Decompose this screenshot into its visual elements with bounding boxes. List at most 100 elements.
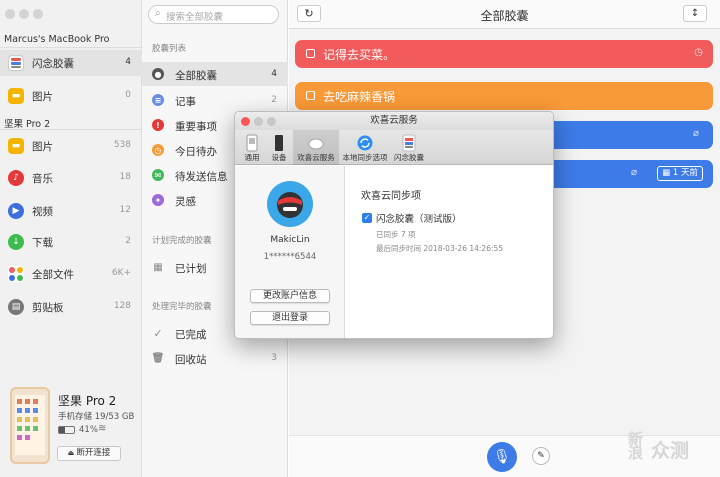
new-capsule-button[interactable]: ✎ [532,447,550,465]
list-item-count: 3 [271,353,277,363]
avatar [267,181,313,227]
clock-icon: ◷ [694,47,703,58]
tab-local-sync[interactable]: 本地同步选项 [341,130,389,165]
sidebar-item-label: 图片 [32,91,53,103]
bulb-icon: ✦ [152,194,164,206]
checkbox-icon [306,49,315,58]
capsule-text: 记得去买菜。 [323,48,396,62]
tab-devices[interactable]: 设备 [267,130,291,165]
sync-section-title: 欢喜云同步项 [361,191,421,202]
important-icon: ! [152,119,164,131]
tab-general[interactable]: 通用 [239,130,265,165]
device-header-phone: 坚果 Pro 2 [4,119,51,130]
battery-icon [58,426,75,434]
close-window-button[interactable] [5,9,15,19]
wifi-icon: ≋ [98,423,107,434]
section-title-planned: 计划完成的胶囊 [152,236,212,246]
disconnect-button[interactable]: ⏏ 断开连接 [57,446,121,461]
zoom-window-button[interactable] [33,9,43,19]
pin-icon: ⌀ [630,167,637,178]
phone-thumbnail [10,387,50,464]
checkbox-icon [306,91,315,100]
list-item-trash[interactable]: 🗑 回收站 3 [142,346,288,370]
switch-icon [246,134,258,152]
capsule-card[interactable]: 记得去买菜。 ◷ [295,40,713,68]
photos-icon: ▬ [8,138,24,154]
sidebar-item-count: 12 [119,205,131,215]
sidebar-item-count: 2 [125,236,131,246]
sync-icon [357,135,373,151]
change-account-button[interactable]: 更改账户信息 [250,289,330,303]
sync-capsules-checkbox[interactable]: ✓ [362,213,372,223]
phone-name: 坚果 Pro 2 [58,394,117,408]
sidebar-item-count: 4 [125,57,131,67]
sidebar-item-clipboard[interactable]: ▤ 剪贴板 128 [0,294,142,320]
sidebar-item-downloads[interactable]: ↓ 下载 2 [0,229,142,255]
sidebar-item-count: 538 [113,140,131,150]
device-header-macbook: Marcus's MacBook Pro [4,34,110,45]
checkmark-icon: ✓ [153,326,163,340]
sidebar-item-video[interactable]: ▶ 视频 12 [0,198,142,224]
cloud-icon [308,138,324,150]
capsule-icon [402,134,416,152]
dialog-title: 欢喜云服务 [370,115,418,126]
account-phone: 1******6544 [263,252,317,262]
list-item-label: 今日待办 [175,146,217,158]
sidebar-item-phone-photos[interactable]: ▬ 图片 538 [0,133,142,159]
sidebar-item-label: 下载 [32,237,53,249]
video-play-icon: ▶ [8,203,24,219]
tab-cloud-service[interactable]: 欢喜云服务 [293,130,339,165]
list-item-count: 4 [271,69,277,79]
capsule-icon [8,55,24,71]
time-badge: ▦ 1 天前 [657,166,703,181]
sidebar-item-count: 18 [119,172,131,182]
list-item-label: 灵感 [175,196,196,208]
dialog-minimize-button[interactable] [254,117,263,126]
sidebar-item-all-files[interactable]: 全部文件 6K+ [0,261,142,287]
sidebar-item-label: 音乐 [32,173,53,185]
list-item-label: 待发送信息 [175,171,228,183]
sidebar-item-count: 128 [113,301,131,311]
sidebar-item-capsules[interactable]: 闪念胶囊 4 [0,50,142,76]
username: MakicLin [270,235,310,245]
all-files-icon [8,266,24,282]
sidebar-item-label: 图片 [32,141,53,153]
main-toolbar: ↻ 全部胶囊 ↕ [289,0,720,29]
dialog-zoom-button[interactable] [267,117,276,126]
pin-icon: ⌀ [692,128,699,139]
account-pane: MakicLin 1******6544 更改账户信息 退出登录 [235,166,345,338]
sidebar-item-count: 0 [125,90,131,100]
voice-record-button[interactable]: 🎙 [487,442,517,472]
download-icon: ↓ [8,234,24,250]
battery-level: 41% [79,425,98,435]
device-sidebar: Marcus's MacBook Pro 闪念胶囊 4 ▬ 图片 0 坚果 Pr… [0,0,142,477]
phone-icon [275,135,283,151]
search-input[interactable]: ⌕ 搜索全部胶囊 [148,5,279,24]
list-item-count: 2 [271,95,277,105]
microphone-icon: 🎙 [493,449,511,465]
sidebar-item-music[interactable]: ♪ 音乐 18 [0,165,142,191]
watermark-text: 众测 [651,440,690,462]
logout-button[interactable]: 退出登录 [250,311,330,325]
minimize-window-button[interactable] [19,9,29,19]
search-placeholder: 搜索全部胶囊 [166,12,224,23]
sort-button[interactable]: ↕ [683,5,707,22]
list-item-all[interactable]: ● 全部胶囊 4 [142,62,288,86]
sidebar-item-mac-photos[interactable]: ▬ 图片 0 [0,83,142,109]
last-sync-time: 最后同步时间 2018-03-26 14:26:55 [376,244,504,253]
photos-icon: ▬ [8,88,24,104]
page-title: 全部胶囊 [480,9,529,23]
cloud-service-dialog: 欢喜云服务 通用 设备 欢喜云服务 本地同步选项 闪念胶囊 MakicLin 1… [234,111,554,339]
tab-capsules[interactable]: 闪念胶囊 [391,130,427,165]
trash-icon: 🗑 [151,352,165,364]
capsule-text: 去吃麻辣香锅 [323,90,396,104]
calendar-icon: ▦ [662,168,673,178]
sidebar-item-count: 6K+ [111,268,131,278]
dialog-close-button[interactable] [241,117,250,126]
avatar-icon [277,192,303,218]
message-icon: ✉ [152,169,164,181]
edit-icon: ✎ [537,451,545,461]
list-item-notes[interactable]: ≡ 记事 2 [142,88,288,112]
capsule-card[interactable]: 去吃麻辣香锅 [295,82,713,110]
music-icon: ♪ [8,170,24,186]
